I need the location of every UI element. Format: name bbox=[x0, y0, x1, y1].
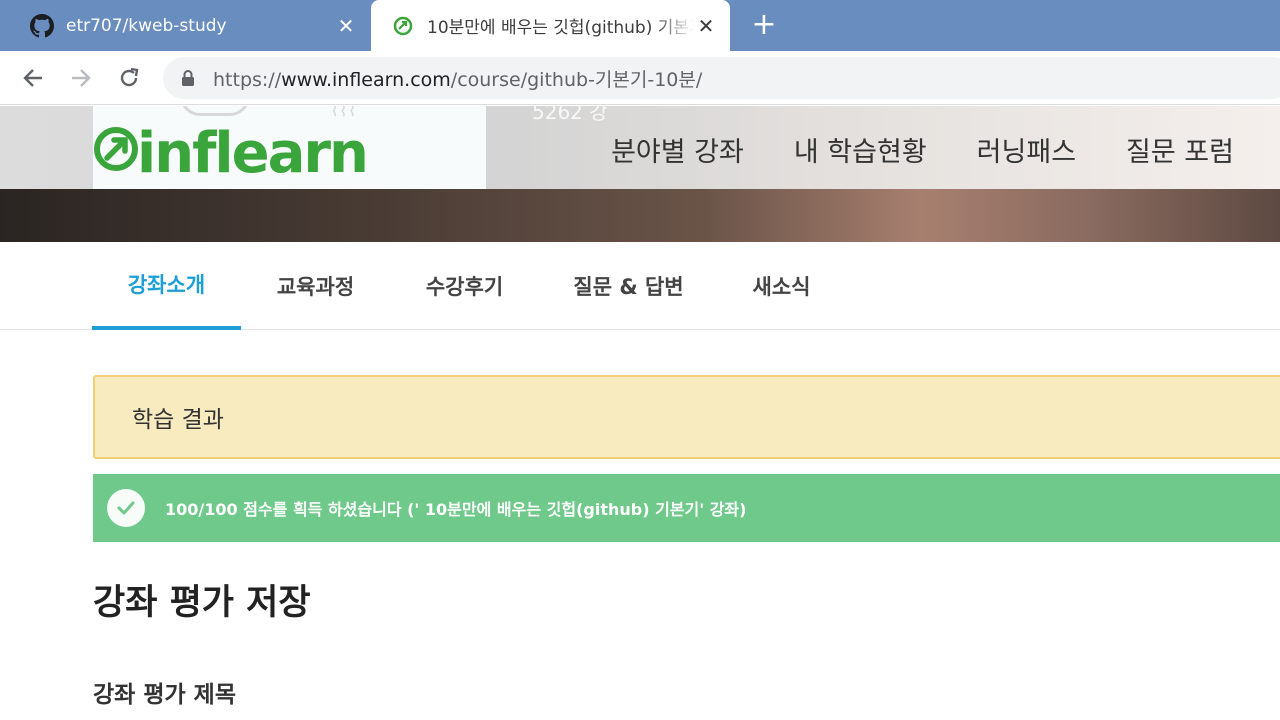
inflearn-favicon-icon bbox=[391, 14, 415, 38]
url-text: https://www.inflearn.com/course/github-기… bbox=[213, 68, 703, 91]
inflearn-logo[interactable]: inflearn bbox=[93, 114, 393, 180]
forward-arrow-icon[interactable] bbox=[66, 63, 96, 93]
review-section-title: 강좌 평가 저장 bbox=[93, 583, 311, 623]
review-title-label: 강좌 평가 제목 bbox=[93, 682, 236, 708]
tab-reviews[interactable]: 수강후기 bbox=[390, 242, 539, 330]
browser-toolbar: https://www.inflearn.com/course/github-기… bbox=[0, 51, 1280, 105]
success-notice: 100/100 점수를 획득 하셨습니다 (' 10분만에 배우는 깃헙(git… bbox=[93, 474, 1280, 542]
check-circle-icon bbox=[107, 489, 145, 527]
inflearn-logo-icon: inflearn bbox=[94, 121, 369, 180]
site-main-nav: 분야별 강좌 내 학습현황 러닝패스 질문 포럼 bbox=[611, 130, 1234, 169]
tab-curriculum[interactable]: 교육과정 bbox=[241, 242, 390, 330]
nav-item-categories[interactable]: 분야별 강좌 bbox=[611, 130, 744, 169]
tab-news[interactable]: 새소식 bbox=[718, 242, 845, 330]
browser-tab-inflearn[interactable]: 10분만에 배우는 깃헙(github) 기본기 ✕ bbox=[371, 0, 730, 51]
tab-qna[interactable]: 질문 & 답변 bbox=[549, 242, 708, 330]
success-message: 100/100 점수를 획득 하셨습니다 (' 10분만에 배우는 깃헙(git… bbox=[165, 500, 747, 519]
site-header: ⌇⌇⌇ 5262 강 inflearn 분야별 강좌 내 학습현황 러닝패스 질… bbox=[0, 106, 1280, 242]
back-arrow-icon[interactable] bbox=[18, 63, 48, 93]
nav-item-my-learning[interactable]: 내 학습현황 bbox=[794, 130, 927, 169]
nav-item-qna-forum[interactable]: 질문 포럼 bbox=[1126, 130, 1234, 169]
tab-course-intro[interactable]: 강좌소개 bbox=[92, 242, 241, 330]
github-icon bbox=[30, 13, 54, 38]
logo-wordmark: inflearn bbox=[137, 121, 367, 180]
close-tab-icon[interactable]: ✕ bbox=[334, 14, 358, 38]
browser-tab-strip: etr707/kweb-study ✕ 10분만에 배우는 깃헙(github)… bbox=[0, 0, 1280, 51]
learning-result-notice: 학습 결과 bbox=[93, 375, 1280, 459]
learning-result-heading: 학습 결과 bbox=[132, 407, 224, 433]
tab-title: etr707/kweb-study bbox=[66, 15, 227, 36]
course-tabs: 강좌소개 교육과정 수강후기 질문 & 답변 새소식 bbox=[0, 242, 1280, 330]
browser-tab-github[interactable]: etr707/kweb-study ✕ bbox=[0, 0, 370, 51]
partial-overlay-text: 5262 강 bbox=[532, 106, 608, 124]
reload-icon[interactable] bbox=[114, 63, 144, 93]
lock-icon bbox=[179, 69, 197, 87]
hero-banner-image bbox=[0, 189, 1280, 242]
address-bar[interactable]: https://www.inflearn.com/course/github-기… bbox=[163, 57, 1280, 99]
new-tab-plus-icon[interactable]: + bbox=[748, 10, 780, 42]
tab-title: 10분만에 배우는 깃헙(github) 기본기 bbox=[427, 18, 694, 38]
nav-item-learning-path[interactable]: 러닝패스 bbox=[977, 130, 1076, 169]
close-tab-icon[interactable]: ✕ bbox=[694, 14, 718, 38]
